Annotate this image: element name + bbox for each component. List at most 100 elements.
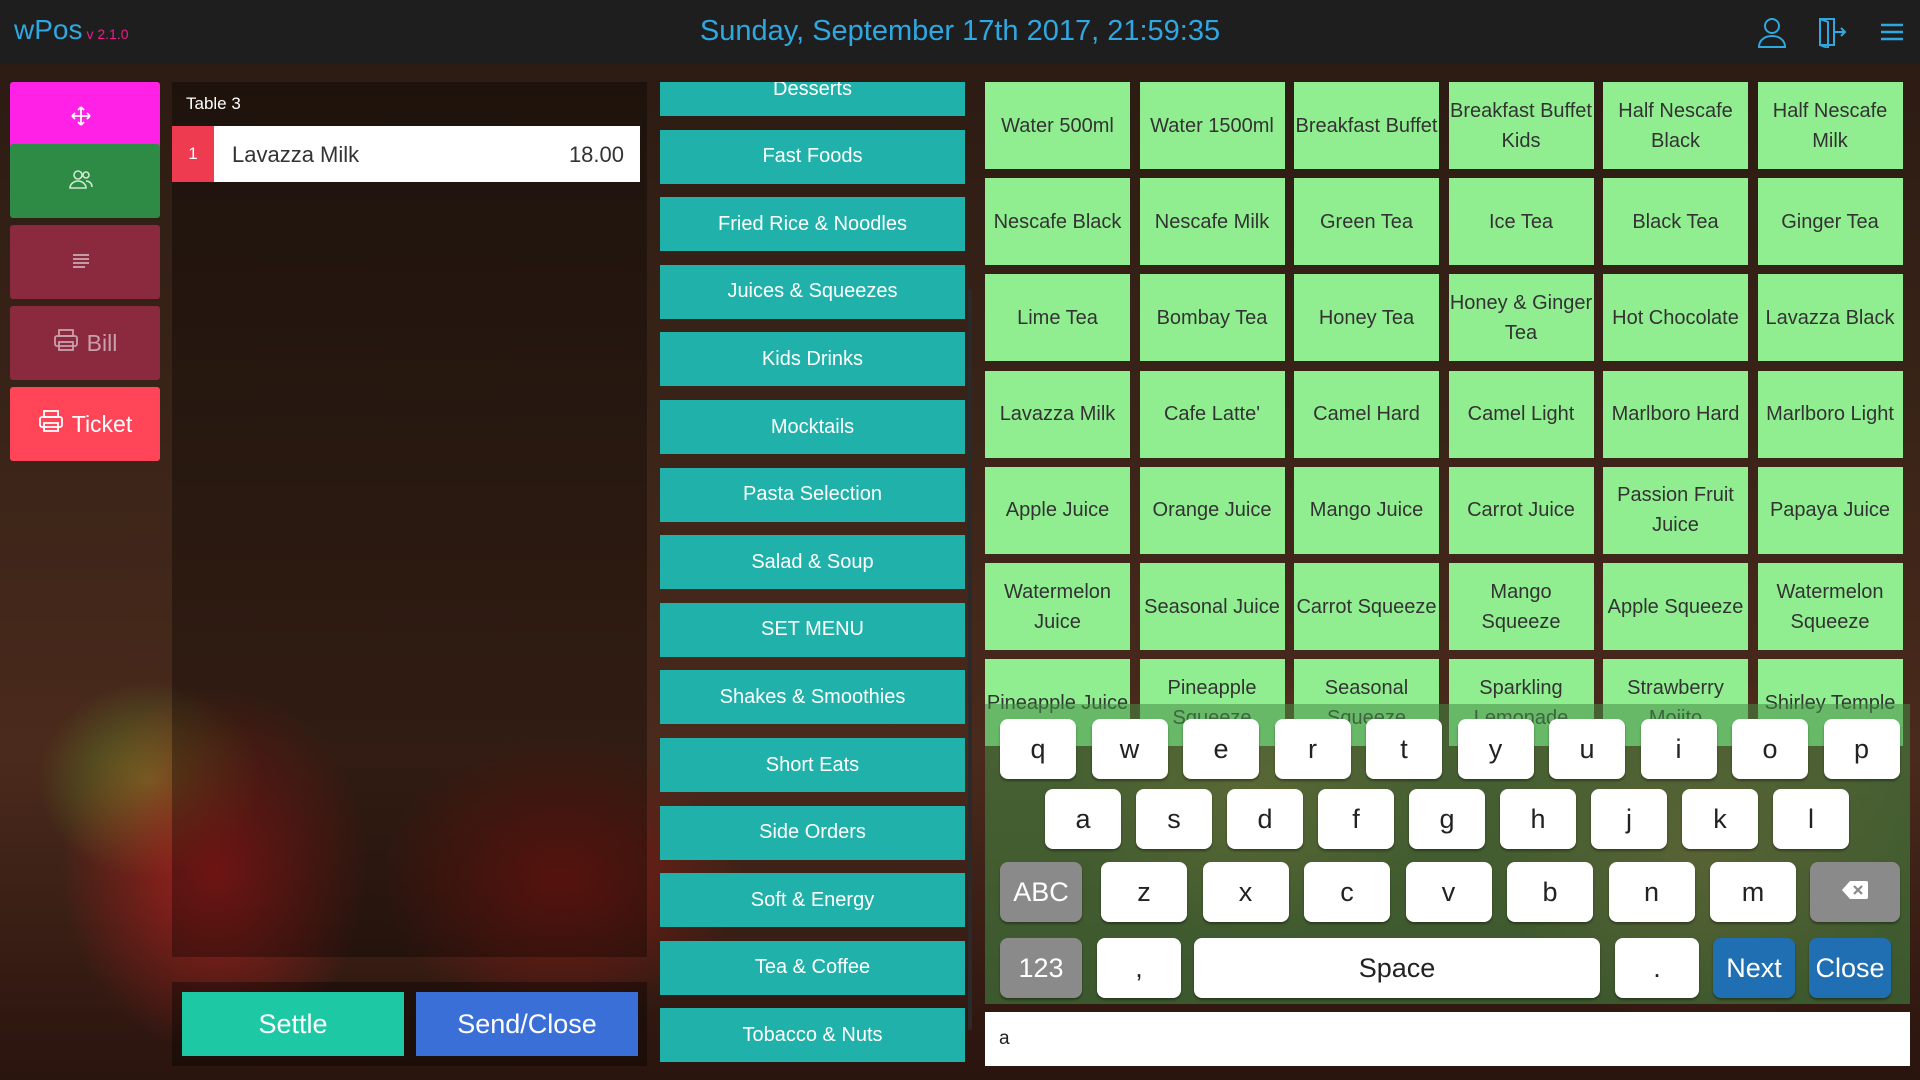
category-mocktails[interactable]: Mocktails (660, 400, 965, 454)
key-i[interactable]: i (1640, 719, 1717, 779)
category-tobacco-nuts[interactable]: Tobacco & Nuts (660, 1008, 965, 1063)
item-green-tea[interactable]: Green Tea (1294, 178, 1439, 266)
item-water-1500ml[interactable]: Water 1500ml (1139, 82, 1285, 169)
category-shakes-smoothies[interactable]: Shakes & Smoothies (660, 670, 965, 725)
key-q[interactable]: q (1000, 719, 1076, 779)
item-breakfast-buffet-kids[interactable]: Breakfast Buffet Kids (1448, 82, 1594, 169)
key-x[interactable]: x (1202, 862, 1289, 922)
category-soft-energy[interactable]: Soft & Energy (660, 873, 965, 928)
item-marlboro-light[interactable]: Marlboro Light (1757, 370, 1903, 458)
key-p[interactable]: p (1823, 719, 1900, 779)
close-key[interactable]: Close (1809, 938, 1891, 998)
period-key[interactable]: . (1615, 938, 1699, 998)
numeric-key[interactable]: 123 (1000, 938, 1082, 998)
item-nescafe-milk[interactable]: Nescafe Milk (1139, 178, 1285, 266)
key-l[interactable]: l (1773, 789, 1849, 849)
item-half-nescafe-black[interactable]: Half Nescafe Black (1603, 82, 1748, 169)
category-kids-drinks[interactable]: Kids Drinks (660, 332, 965, 387)
category-tea-coffee[interactable]: Tea & Coffee (660, 940, 965, 995)
key-o[interactable]: o (1732, 719, 1808, 779)
item-half-nescafe-milk[interactable]: Half Nescafe Milk (1757, 82, 1903, 169)
space-key[interactable]: Space (1194, 938, 1600, 998)
bill-button[interactable]: Bill (10, 306, 160, 380)
key-f[interactable]: f (1318, 789, 1394, 849)
item-mango-juice[interactable]: Mango Juice (1294, 466, 1439, 554)
key-k[interactable]: k (1682, 789, 1758, 849)
category-salad-soup[interactable]: Salad & Soup (660, 535, 965, 590)
item-apple-juice[interactable]: Apple Juice (985, 466, 1130, 554)
item-honey-ginger-tea[interactable]: Honey & Ginger Tea (1448, 274, 1594, 362)
item-lavazza-milk[interactable]: Lavazza Milk (985, 370, 1130, 458)
key-t[interactable]: t (1366, 719, 1442, 779)
key-c[interactable]: c (1304, 862, 1390, 922)
key-u[interactable]: u (1549, 719, 1625, 779)
item-camel-hard[interactable]: Camel Hard (1294, 370, 1439, 458)
key-m[interactable]: m (1710, 862, 1796, 922)
item-marlboro-hard[interactable]: Marlboro Hard (1603, 370, 1748, 458)
next-key[interactable]: Next (1713, 938, 1795, 998)
user-icon[interactable] (1756, 16, 1788, 48)
category-set-menu[interactable]: SET MENU (660, 602, 965, 657)
comma-key[interactable]: , (1097, 938, 1181, 998)
settle-button[interactable]: Settle (182, 992, 404, 1056)
category-desserts[interactable]: Desserts (660, 82, 965, 116)
ticket-button[interactable]: Ticket (10, 387, 160, 461)
menu-icon[interactable] (1876, 16, 1908, 48)
category-fried-rice-noodles[interactable]: Fried Rice & Noodles (660, 197, 965, 252)
item-passion-fruit-juice[interactable]: Passion Fruit Juice (1603, 466, 1748, 554)
key-y[interactable]: y (1457, 719, 1534, 779)
ticket-label: Ticket (71, 410, 133, 437)
category-fast-foods[interactable]: Fast Foods (660, 129, 965, 184)
item-seasonal-juice[interactable]: Seasonal Juice (1139, 563, 1285, 650)
item-mango-squeeze[interactable]: Mango Squeeze (1448, 563, 1594, 650)
customers-button[interactable] (10, 144, 160, 218)
key-n[interactable]: n (1608, 862, 1695, 922)
item-nescafe-black[interactable]: Nescafe Black (985, 178, 1130, 266)
order-line-name: Lavazza Milk (232, 142, 360, 167)
item-black-tea[interactable]: Black Tea (1603, 178, 1748, 266)
item-carrot-juice[interactable]: Carrot Juice (1448, 466, 1594, 554)
abc-key[interactable]: ABC (1000, 862, 1082, 922)
notes-button[interactable] (10, 225, 160, 299)
item-cafe-latte[interactable]: Cafe Latte' (1139, 370, 1285, 458)
key-h[interactable]: h (1500, 789, 1576, 849)
item-orange-juice[interactable]: Orange Juice (1139, 466, 1285, 554)
key-z[interactable]: z (1101, 862, 1187, 922)
key-b[interactable]: b (1507, 862, 1593, 922)
item-papaya-juice[interactable]: Papaya Juice (1757, 466, 1903, 554)
datetime-display: Sunday, September 17th 2017, 21:59:35 (699, 15, 1221, 47)
item-lime-tea[interactable]: Lime Tea (985, 274, 1130, 362)
category-scrollbar[interactable] (968, 290, 972, 1030)
item-honey-tea[interactable]: Honey Tea (1294, 274, 1439, 362)
key-r[interactable]: r (1274, 719, 1351, 779)
category-juices-squeezes[interactable]: Juices & Squeezes (660, 264, 965, 319)
item-hot-chocolate[interactable]: Hot Chocolate (1603, 274, 1748, 362)
item-camel-light[interactable]: Camel Light (1448, 370, 1594, 458)
key-g[interactable]: g (1409, 789, 1485, 849)
category-side-orders[interactable]: Side Orders (660, 805, 965, 860)
backspace-key[interactable] (1810, 862, 1900, 922)
key-e[interactable]: e (1183, 719, 1259, 779)
item-watermelon-juice[interactable]: Watermelon Juice (985, 563, 1130, 650)
item-watermelon-squeeze[interactable]: Watermelon Squeeze (1757, 563, 1903, 650)
key-w[interactable]: w (1091, 719, 1168, 779)
item-lavazza-black[interactable]: Lavazza Black (1757, 274, 1903, 362)
key-j[interactable]: j (1591, 789, 1667, 849)
item-carrot-squeeze[interactable]: Carrot Squeeze (1294, 563, 1439, 650)
key-v[interactable]: v (1405, 862, 1492, 922)
send-close-button[interactable]: Send/Close (416, 992, 638, 1056)
item-ice-tea[interactable]: Ice Tea (1448, 178, 1594, 266)
category-pasta-selection[interactable]: Pasta Selection (660, 467, 965, 522)
logout-icon[interactable] (1816, 16, 1848, 50)
item-breakfast-buffet[interactable]: Breakfast Buffet (1294, 82, 1439, 169)
category-short-eats[interactable]: Short Eats (660, 738, 965, 792)
order-line[interactable]: 1 Lavazza Milk 18.00 (172, 126, 640, 182)
item-bombay-tea[interactable]: Bombay Tea (1139, 274, 1285, 362)
keyboard-input[interactable] (985, 1012, 1910, 1066)
key-s[interactable]: s (1136, 789, 1212, 849)
item-apple-squeeze[interactable]: Apple Squeeze (1603, 563, 1748, 650)
item-water-500ml[interactable]: Water 500ml (985, 82, 1130, 169)
key-d[interactable]: d (1227, 789, 1303, 849)
key-a[interactable]: a (1045, 789, 1121, 849)
item-ginger-tea[interactable]: Ginger Tea (1757, 178, 1903, 266)
